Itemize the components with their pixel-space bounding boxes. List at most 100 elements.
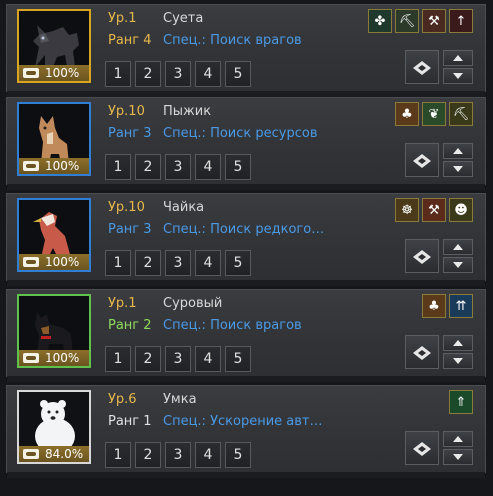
move-up-button[interactable] [443,239,473,255]
slot-button-4[interactable]: 4 [195,61,221,87]
pet-level: Ур.1 [108,11,137,26]
pet-rank: Ранг 3 [108,126,152,141]
slot-button-2[interactable]: 2 [135,346,161,372]
move-up-button[interactable] [443,431,473,447]
arrow-down-icon [453,73,463,79]
swap-icon [413,442,431,456]
pet-portrait[interactable]: 100% [17,294,91,368]
slot-button-5[interactable]: 5 [225,154,251,180]
slot-button-4[interactable]: 4 [195,346,221,372]
arrow-down-icon [453,454,463,460]
slot-button-1[interactable]: 1 [105,250,131,276]
arrows-icon[interactable]: ⇈ [449,294,473,318]
slot-button-5[interactable]: 5 [225,250,251,276]
pet-level: Ур.1 [108,296,137,311]
slot-button-3[interactable]: 3 [165,61,191,87]
pet-name: Пыжик [163,104,212,119]
move-down-button[interactable] [443,449,473,465]
axe-icon[interactable]: ⚒ [422,9,446,33]
move-up-button[interactable] [443,143,473,159]
swap-button[interactable] [405,50,439,84]
tree-icon[interactable]: ♣ [395,102,419,126]
pet-card[interactable]: 84.0% Ур.6 Умка Ранг 1 Спец.: Ускорение … [6,385,486,478]
move-up-button[interactable] [443,50,473,66]
pet-specialization: Спец.: Поиск ресурсов [163,126,318,141]
feather-icon[interactable]: ❦ [422,102,446,126]
slot-button-3[interactable]: 3 [165,346,191,372]
slot-button-2[interactable]: 2 [135,154,161,180]
pet-portrait[interactable]: 100% [17,9,91,83]
slot-button-5[interactable]: 5 [225,346,251,372]
stamina-bar: 100% [19,350,89,366]
pet-list: 100% Ур.1 Суета Ранг 4 Спец.: Поиск враг… [0,0,493,496]
clover-icon[interactable]: ✤ [368,9,392,33]
pet-name: Суровый [163,296,223,311]
skill-icons: ♣ ⇈ [422,294,473,318]
feed-icon [23,161,39,171]
slot-button-1[interactable]: 1 [105,61,131,87]
slot-button-1[interactable]: 1 [105,346,131,372]
arrow-down-icon [453,262,463,268]
slot-button-3[interactable]: 3 [165,442,191,468]
move-up-button[interactable] [443,335,473,351]
slot-button-3[interactable]: 3 [165,154,191,180]
move-down-button[interactable] [443,161,473,177]
stamina-value: 100% [45,351,80,365]
slot-button-3[interactable]: 3 [165,250,191,276]
pet-card[interactable]: 100% Ур.10 Пыжик Ранг 3 Спец.: Поиск рес… [6,97,486,190]
pet-portrait[interactable]: 100% [17,198,91,272]
tree-icon[interactable]: ♣ [422,294,446,318]
arrow-up-icon [453,340,463,346]
skill-icons: ⇑ [449,390,473,414]
stamina-bar: 84.0% [19,446,89,462]
pet-portrait[interactable]: 84.0% [17,390,91,464]
feed-icon [23,257,39,267]
move-down-button[interactable] [443,257,473,273]
slot-button-2[interactable]: 2 [135,250,161,276]
cart-icon[interactable]: ☸ [395,198,419,222]
stamina-bar: 100% [19,65,89,81]
pet-card[interactable]: 100% Ур.10 Чайка Ранг 3 Спец.: Поиск ред… [6,193,486,286]
move-down-button[interactable] [443,353,473,369]
slot-button-1[interactable]: 1 [105,154,131,180]
person-arrow-icon[interactable]: ⇑ [449,390,473,414]
head-icon[interactable]: ☻ [449,198,473,222]
move-down-button[interactable] [443,68,473,84]
swap-button[interactable] [405,239,439,273]
swap-icon [413,61,431,75]
swap-button[interactable] [405,335,439,369]
pet-rank: Ранг 1 [108,414,152,429]
pet-card[interactable]: 100% Ур.1 Суровый Ранг 2 Спец.: Поиск вр… [6,289,486,382]
pet-portrait[interactable]: 100% [17,102,91,176]
arrow-icon[interactable]: ↑ [449,9,473,33]
arrow-up-icon [453,244,463,250]
stamina-value: 100% [45,255,80,269]
swap-button[interactable] [405,143,439,177]
swap-button[interactable] [405,431,439,465]
hammer-icon[interactable]: ⚒ [422,198,446,222]
slot-button-2[interactable]: 2 [135,442,161,468]
pet-rank: Ранг 3 [108,222,152,237]
slot-button-4[interactable]: 4 [195,442,221,468]
slot-button-4[interactable]: 4 [195,154,221,180]
slot-row: 1 2 3 4 5 [105,61,251,87]
arrow-up-icon [453,55,463,61]
stamina-value: 100% [45,159,80,173]
slot-button-5[interactable]: 5 [225,61,251,87]
slot-row: 1 2 3 4 5 [105,250,251,276]
arrow-down-icon [453,166,463,172]
slot-button-1[interactable]: 1 [105,442,131,468]
pickaxe-icon[interactable]: ⛏ [395,9,419,33]
pet-name: Суета [163,11,204,26]
pet-level: Ур.10 [108,200,145,215]
slot-button-4[interactable]: 4 [195,250,221,276]
pet-card[interactable]: 100% Ур.1 Суета Ранг 4 Спец.: Поиск враг… [6,4,486,97]
stamina-bar: 100% [19,158,89,174]
stamina-bar: 100% [19,254,89,270]
pet-rank: Ранг 2 [108,318,152,333]
slot-button-5[interactable]: 5 [225,442,251,468]
pet-name: Умка [163,392,197,407]
slot-button-2[interactable]: 2 [135,61,161,87]
pickaxe-icon[interactable]: ⛏ [449,102,473,126]
feed-icon [23,449,39,459]
